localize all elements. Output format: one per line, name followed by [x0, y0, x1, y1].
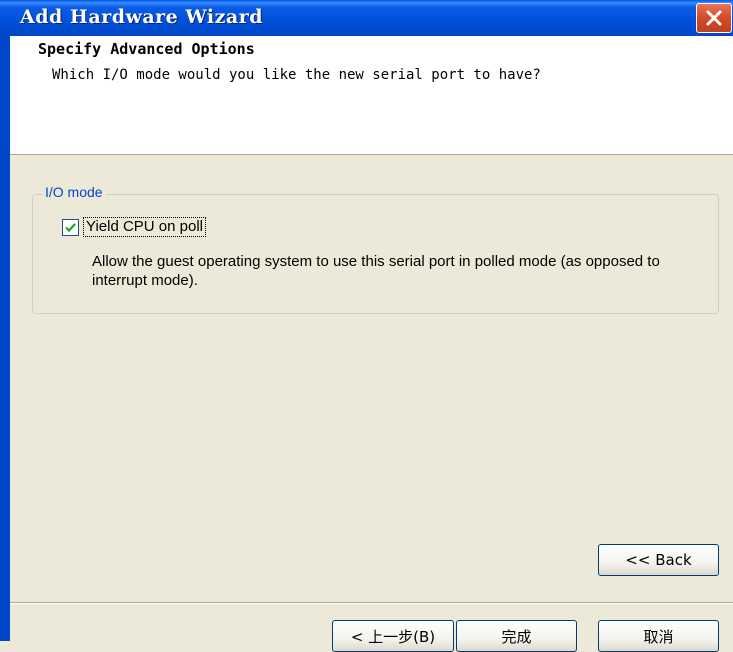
window-title: Add Hardware Wizard — [20, 6, 263, 28]
yield-cpu-label[interactable]: Yield CPU on poll — [83, 217, 207, 237]
finish-button[interactable]: 完成 — [456, 620, 577, 652]
page-subtitle: Which I/O mode would you like the new se… — [52, 67, 541, 83]
back-button-inner[interactable]: << Back — [598, 544, 719, 576]
checkmark-icon — [65, 223, 76, 233]
page-title: Specify Advanced Options — [38, 40, 255, 58]
previous-button[interactable]: < 上一步(B) — [332, 620, 454, 652]
button-divider — [10, 602, 733, 604]
yield-cpu-checkbox[interactable] — [62, 219, 79, 236]
close-icon — [706, 10, 722, 26]
io-mode-description: Allow the guest operating system to use … — [92, 253, 660, 289]
title-bar[interactable]: Add Hardware Wizard — [0, 0, 733, 36]
io-mode-group-label: I/O mode — [42, 184, 106, 200]
cancel-button[interactable]: 取消 — [598, 620, 719, 652]
window-frame — [0, 36, 10, 641]
close-button[interactable] — [696, 3, 732, 33]
